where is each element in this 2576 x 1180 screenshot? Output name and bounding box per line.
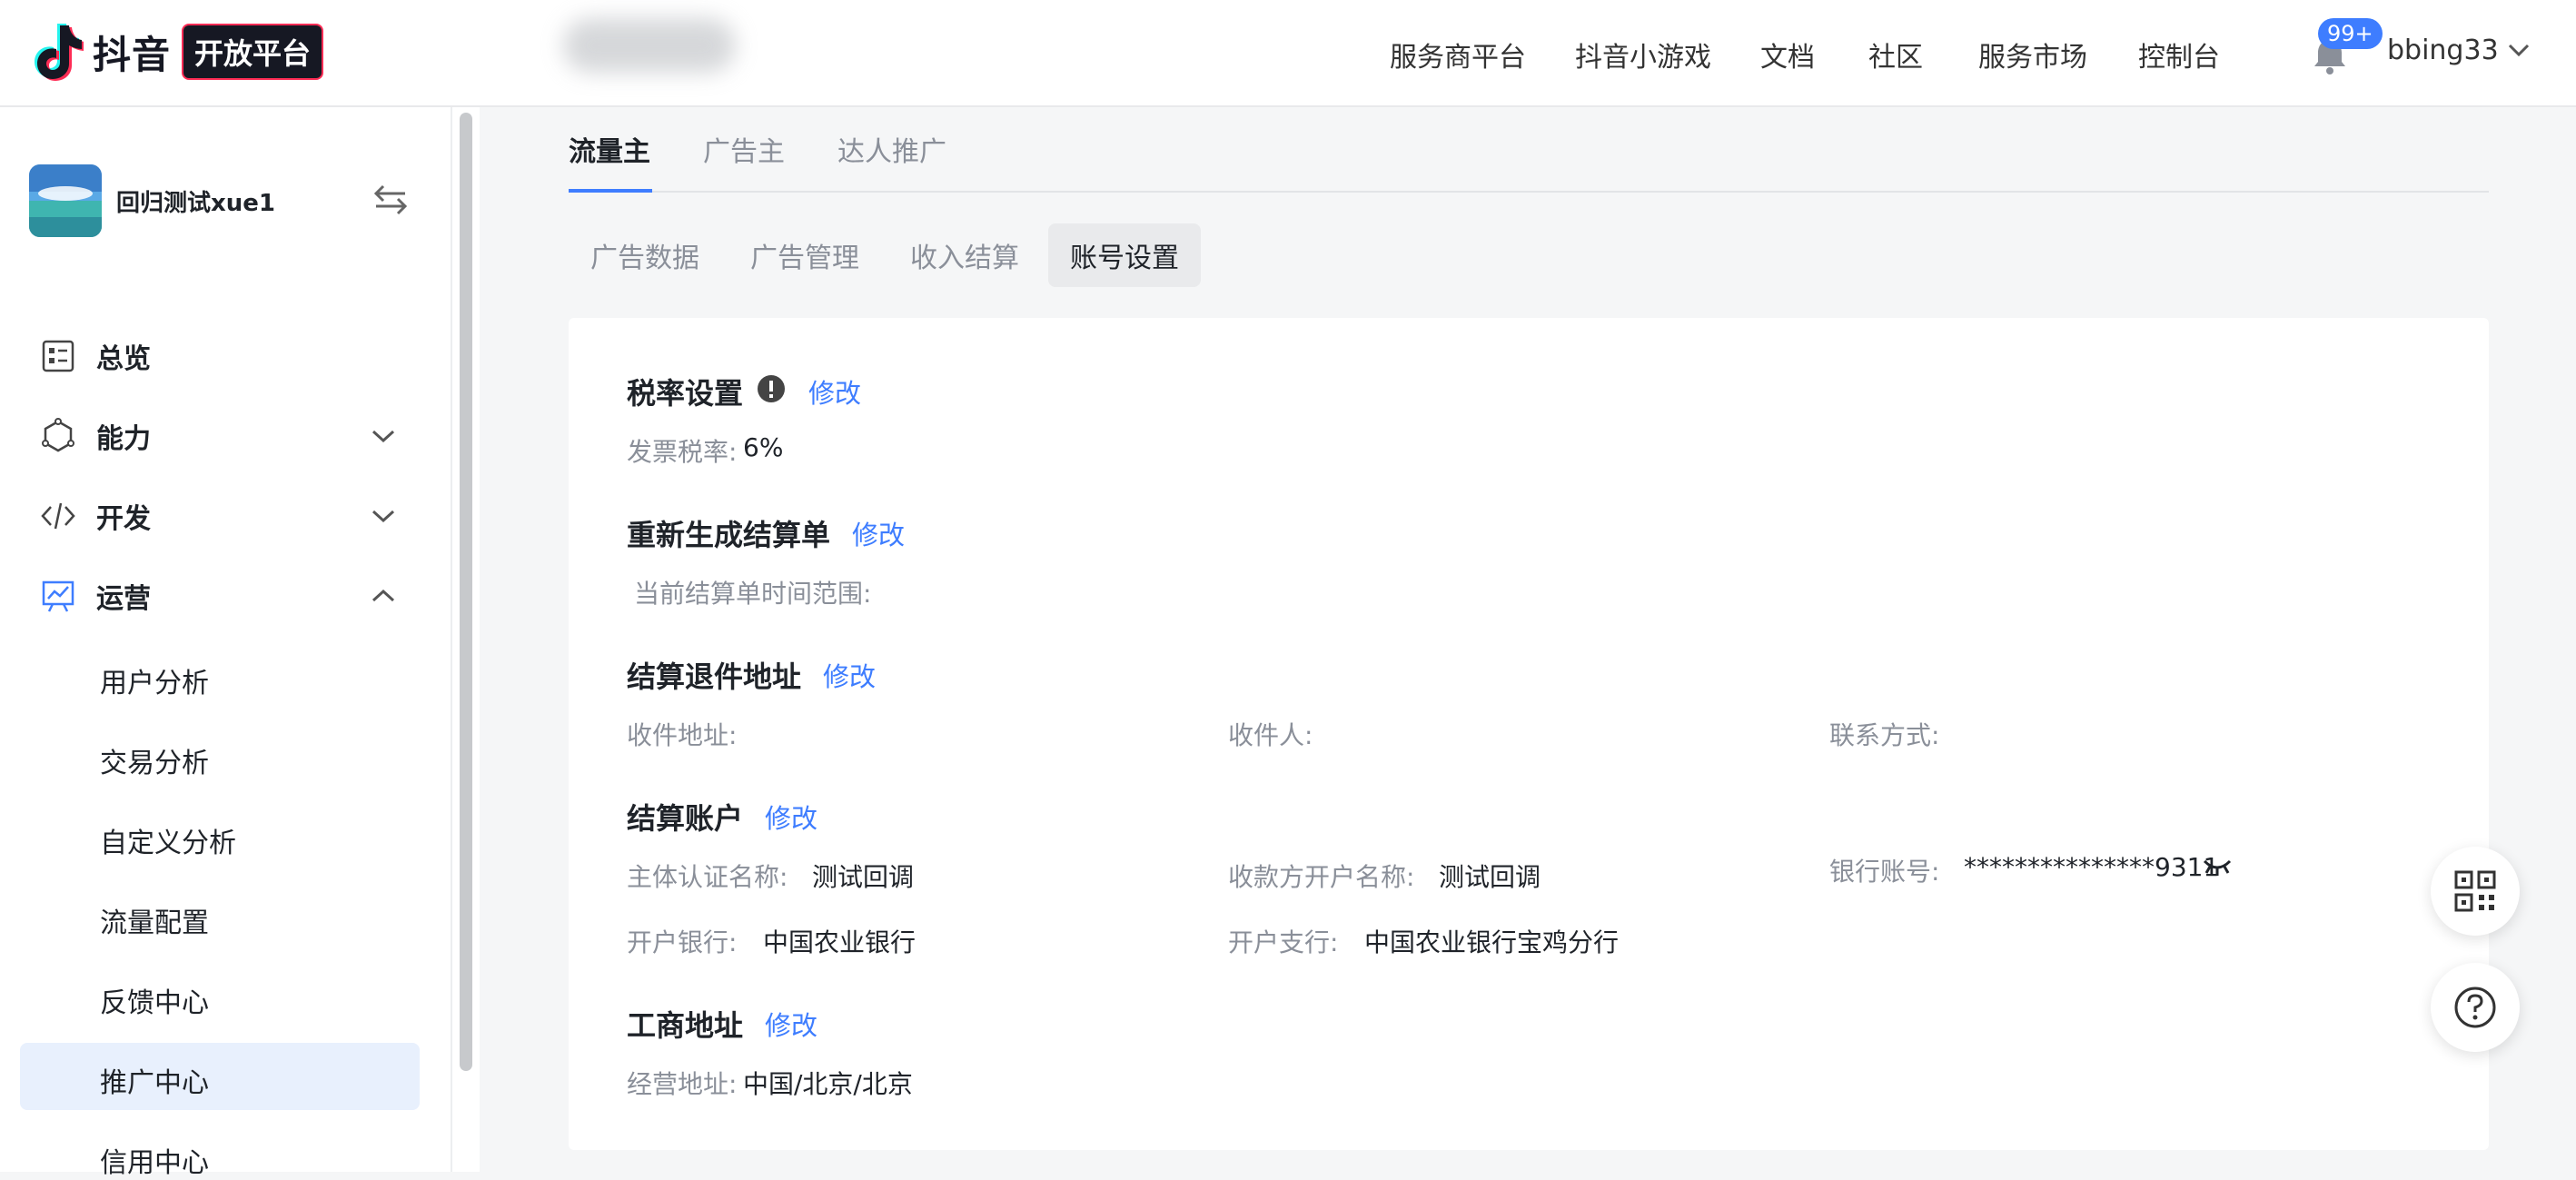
ability-icon: [42, 418, 74, 452]
sidebar-label-develop: 开发: [96, 503, 151, 535]
return-address-section-title: 结算退件地址: [627, 659, 802, 694]
sidebar-label-ability: 能力: [96, 423, 151, 455]
subtab-account-settings[interactable]: 账号设置: [1048, 223, 1201, 287]
sidebar-scrollbar-thumb[interactable]: [460, 113, 472, 1071]
qrcode-icon: [2454, 870, 2496, 912]
bank-value: 中国农业银行: [763, 927, 916, 957]
tab-influencer[interactable]: 达人推广: [837, 129, 946, 169]
entity-name-label: 主体认证名称:: [627, 862, 788, 892]
qrcode-button[interactable]: [2431, 847, 2520, 936]
help-button[interactable]: [2431, 963, 2520, 1052]
tax-section-title: 税率设置: [627, 376, 744, 411]
blurred-region: [563, 18, 736, 73]
sidebar-sub-user-analysis[interactable]: 用户分析: [100, 660, 209, 700]
settings-panel: [569, 318, 2489, 1150]
sidebar-sub-traffic-config[interactable]: 流量配置: [100, 900, 209, 940]
sidebar-sub-feedback[interactable]: 反馈中心: [100, 980, 209, 1020]
douyin-logo-icon: [35, 24, 84, 81]
sidebar-active-highlight: [20, 1043, 420, 1110]
subtab-income[interactable]: 收入结算: [888, 223, 1041, 287]
sidebar-item-develop[interactable]: 开发: [40, 489, 421, 543]
payee-name-label: 收款方开户名称:: [1228, 862, 1415, 892]
sidebar-item-ability[interactable]: 能力: [40, 409, 421, 463]
sidebar-item-overview[interactable]: 总览: [40, 329, 421, 383]
bank-account-value: ***************9311: [1964, 852, 2220, 882]
subtab-ad-data[interactable]: 广告数据: [569, 223, 721, 287]
tab-advertiser[interactable]: 广告主: [703, 129, 785, 169]
business-address-value: 中国/北京/北京: [743, 1069, 913, 1099]
tax-rate-label: 发票税率:: [627, 437, 738, 467]
username[interactable]: bbing33: [2387, 35, 2499, 66]
nav-console[interactable]: 控制台: [2138, 35, 2220, 74]
chevron-up-icon: [372, 589, 395, 602]
logo-badge: 开放平台: [182, 24, 324, 80]
sidebar-label-overview: 总览: [96, 343, 151, 375]
code-icon: [41, 502, 75, 530]
regen-range-label: 当前结算单时间范围:: [634, 579, 872, 609]
payee-name-value: 测试回调: [1439, 862, 1541, 892]
contact-label: 联系方式:: [1829, 720, 1940, 750]
sidebar-sub-promotion[interactable]: 推广中心: [100, 1060, 209, 1100]
sidebar-sub-custom-analysis[interactable]: 自定义分析: [100, 820, 236, 860]
return-address-edit-link[interactable]: 修改: [823, 656, 876, 694]
bank-account-label: 银行账号:: [1829, 857, 1940, 887]
regen-section-title: 重新生成结算单: [627, 518, 831, 552]
tax-edit-link[interactable]: 修改: [808, 372, 861, 411]
dashboard-icon: [42, 340, 74, 372]
nav-community[interactable]: 社区: [1868, 35, 1923, 74]
logo-text: 抖音: [93, 32, 172, 77]
info-icon[interactable]: [757, 374, 786, 403]
return-address-label: 收件地址:: [627, 720, 738, 750]
bank-label: 开户银行:: [627, 927, 738, 957]
chevron-down-icon: [372, 430, 395, 443]
branch-value: 中国农业银行宝鸡分行: [1364, 927, 1620, 957]
business-address-section-title: 工商地址: [627, 1008, 744, 1043]
tax-rate-value: 6%: [743, 432, 784, 462]
nav-service-market[interactable]: 服务市场: [1978, 35, 2087, 74]
receiver-label: 收件人:: [1228, 720, 1313, 750]
question-icon: [2454, 987, 2496, 1028]
sidebar-sub-trade-analysis[interactable]: 交易分析: [100, 740, 209, 780]
app-name: 回归测试xue1: [116, 189, 276, 217]
entity-name-value: 测试回调: [812, 862, 915, 892]
branch-label: 开户支行:: [1228, 927, 1339, 957]
top-header: 抖音 开放平台 服务商平台 抖音小游戏 文档 社区 服务市场 控制台 99+ b…: [0, 0, 2576, 107]
account-section-title: 结算账户: [627, 801, 744, 836]
chevron-down-icon[interactable]: [2507, 42, 2531, 58]
eye-closed-icon[interactable]: [2202, 852, 2233, 879]
sidebar-sub-credit[interactable]: 信用中心: [100, 1140, 209, 1180]
switch-app-icon[interactable]: [372, 183, 409, 216]
nav-service-provider[interactable]: 服务商平台: [1390, 35, 1526, 74]
subtab-ad-manage[interactable]: 广告管理: [728, 223, 881, 287]
chart-board-icon: [42, 580, 74, 612]
sidebar: [0, 107, 452, 1172]
nav-docs[interactable]: 文档: [1760, 35, 1815, 74]
sidebar-item-operation[interactable]: 运营: [40, 569, 421, 623]
business-address-edit-link[interactable]: 修改: [765, 1005, 817, 1043]
business-address-label: 经营地址:: [627, 1069, 738, 1099]
notification-badge: 99+: [2318, 18, 2383, 49]
tab-traffic-owner[interactable]: 流量主: [569, 129, 650, 169]
nav-mini-games[interactable]: 抖音小游戏: [1575, 35, 1711, 74]
sidebar-label-operation: 运营: [96, 583, 151, 615]
app-avatar: [29, 164, 102, 237]
regen-edit-link[interactable]: 修改: [852, 514, 905, 552]
account-edit-link[interactable]: 修改: [765, 798, 817, 836]
app-selector[interactable]: 回归测试xue1: [29, 164, 429, 238]
douyin-open-platform-logo[interactable]: 抖音 开放平台: [27, 20, 324, 84]
active-tab-indicator: [569, 189, 652, 193]
chevron-down-icon: [372, 510, 395, 523]
role-tabs: 流量主 广告主 达人推广: [569, 107, 2489, 193]
